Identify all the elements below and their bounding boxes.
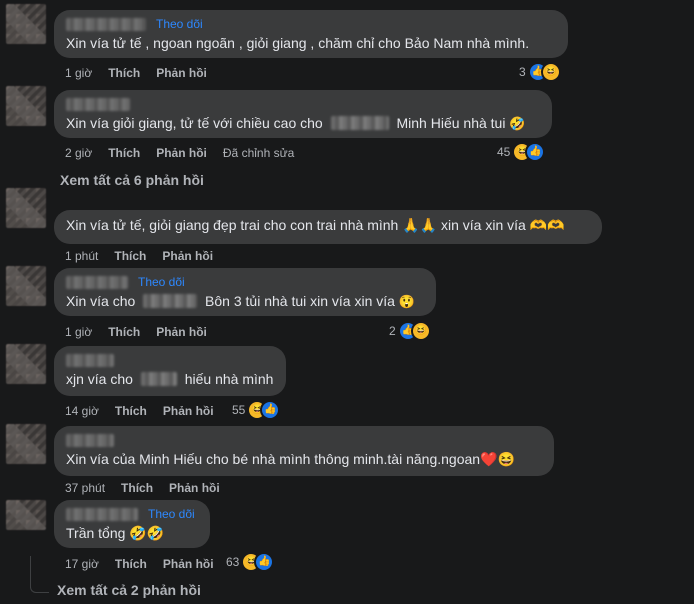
avatar[interactable]	[6, 266, 46, 306]
follow-link[interactable]: Theo dõi	[138, 275, 185, 289]
comment-time[interactable]: 14 giờ	[65, 404, 99, 418]
avatar[interactable]	[6, 424, 46, 464]
reaction-count: 3	[519, 65, 526, 79]
like-icon: 👍	[262, 402, 279, 418]
comment-text: Xin vía tử tế, giỏi giang đẹp trai cho c…	[66, 217, 565, 233]
reaction-count: 45	[497, 145, 511, 159]
comment-text: Trần tổng 🤣🤣	[66, 525, 165, 541]
view-more-replies[interactable]: Xem tất cả 2 phản hồi	[57, 582, 201, 598]
blurred-author-name[interactable]	[66, 433, 114, 447]
comment-actions: 14 giờ Thích Phản hồi	[65, 404, 230, 418]
reaction-count: 55	[232, 403, 246, 417]
comment-text: Xin vía của Minh Hiếu cho bé nhà mình th…	[66, 451, 515, 467]
reaction-summary[interactable]: 45 😆 👍	[497, 144, 544, 160]
like-button[interactable]: Thích	[115, 404, 147, 418]
comment-bubble: Theo dõi Xin vía cho Bôn 3 tủi nhà tui x…	[54, 268, 436, 316]
reply-thread-curve	[30, 586, 49, 593]
reaction-summary[interactable]: 63 😆 👍	[226, 554, 273, 570]
reply-button[interactable]: Phản hồi	[163, 404, 214, 418]
comment-text: Xin vía tử tế , ngoan ngoãn , giỏi giang…	[66, 35, 530, 51]
view-more-replies[interactable]: Xem tất cả 6 phản hồi	[60, 172, 204, 188]
avatar[interactable]	[6, 344, 46, 384]
rofl-emoji: 🤣	[509, 116, 526, 131]
comment-text: Bôn 3 tủi nhà tui xin vía xin vía	[205, 293, 395, 309]
blurred-author-name[interactable]	[66, 275, 128, 289]
follow-link[interactable]: Theo dõi	[156, 17, 203, 31]
reaction-count: 2	[389, 324, 396, 338]
blurred-mention	[143, 294, 198, 308]
comment-bubble: Xin vía giỏi giang, tử tế với chiều cao …	[54, 90, 552, 138]
like-icon: 👍	[527, 144, 544, 160]
comment-text: Minh Hiếu nhà tui	[396, 115, 506, 131]
comment-text: hiếu nhà mình	[184, 371, 274, 387]
comment-bubble: Xin vía của Minh Hiếu cho bé nhà mình th…	[54, 426, 554, 476]
like-icon: 👍	[256, 554, 273, 570]
like-button[interactable]: Thích	[108, 146, 140, 160]
haha-icon: 😆	[412, 323, 429, 339]
reply-button[interactable]: Phản hồi	[163, 557, 214, 571]
reply-button[interactable]: Phản hồi	[162, 249, 213, 263]
avatar[interactable]	[6, 188, 46, 228]
like-button[interactable]: Thích	[108, 325, 140, 339]
comment-time[interactable]: 17 giờ	[65, 557, 99, 571]
reaction-summary[interactable]: 55 😆 👍	[232, 402, 279, 418]
comment-time[interactable]: 37 phút	[65, 481, 105, 495]
reaction-count: 63	[226, 555, 240, 569]
comment-bubble: Theo dõi Trần tổng 🤣🤣	[54, 500, 210, 548]
like-button[interactable]: Thích	[121, 481, 153, 495]
reply-button[interactable]: Phản hồi	[156, 325, 207, 339]
avatar[interactable]	[6, 500, 46, 530]
comment-bubble: Xin vía tử tế, giỏi giang đẹp trai cho c…	[54, 210, 602, 244]
follow-link[interactable]: Theo dõi	[148, 507, 195, 521]
comment-text: xjn vía cho	[66, 371, 133, 387]
comment-actions: 1 giờ Thích Phản hồi	[65, 66, 223, 80]
blurred-author-name[interactable]	[66, 353, 114, 367]
blurred-author-name[interactable]	[66, 507, 138, 521]
haha-icon: 😆	[542, 64, 559, 80]
comment-time[interactable]: 1 giờ	[65, 325, 92, 339]
comment-time[interactable]: 1 giờ	[65, 66, 92, 80]
reply-button[interactable]: Phản hồi	[156, 66, 207, 80]
comment-time[interactable]: 1 phút	[65, 249, 98, 263]
shocked-emoji: 😲	[398, 294, 416, 309]
comment-time[interactable]: 2 giờ	[65, 146, 92, 160]
comment-bubble: xjn vía cho hiếu nhà mình	[54, 346, 286, 396]
comment-actions: 17 giờ Thích Phản hồi	[65, 557, 230, 571]
like-button[interactable]: Thích	[108, 66, 140, 80]
reply-thread-line	[30, 556, 31, 588]
like-button[interactable]: Thích	[114, 249, 146, 263]
blurred-author-name[interactable]	[66, 17, 146, 31]
blurred-author-name[interactable]	[66, 97, 130, 111]
comment-text: Xin vía cho	[66, 293, 136, 309]
comment-actions: 37 phút Thích Phản hồi	[65, 481, 236, 495]
avatar[interactable]	[6, 86, 46, 126]
comment-actions: 1 giờ Thích Phản hồi	[65, 325, 223, 339]
reply-button[interactable]: Phản hồi	[169, 481, 220, 495]
avatar[interactable]	[6, 4, 46, 44]
reply-button[interactable]: Phản hồi	[156, 146, 207, 160]
reaction-summary[interactable]: 2 👍 😆	[389, 323, 429, 339]
reaction-summary[interactable]: 3 👍 😆	[519, 64, 559, 80]
comment-text: Xin vía giỏi giang, tử tế với chiều cao …	[66, 115, 323, 131]
comment-actions: 1 phút Thích Phản hồi	[65, 249, 229, 263]
comment-actions: 2 giờ Thích Phản hồi Đã chỉnh sửa	[65, 146, 310, 160]
blurred-mention	[330, 116, 389, 130]
comment-bubble: Theo dõi Xin vía tử tế , ngoan ngoãn , g…	[54, 10, 568, 58]
edited-label[interactable]: Đã chỉnh sửa	[223, 146, 294, 160]
like-button[interactable]: Thích	[115, 557, 147, 571]
blurred-mention	[140, 372, 177, 386]
